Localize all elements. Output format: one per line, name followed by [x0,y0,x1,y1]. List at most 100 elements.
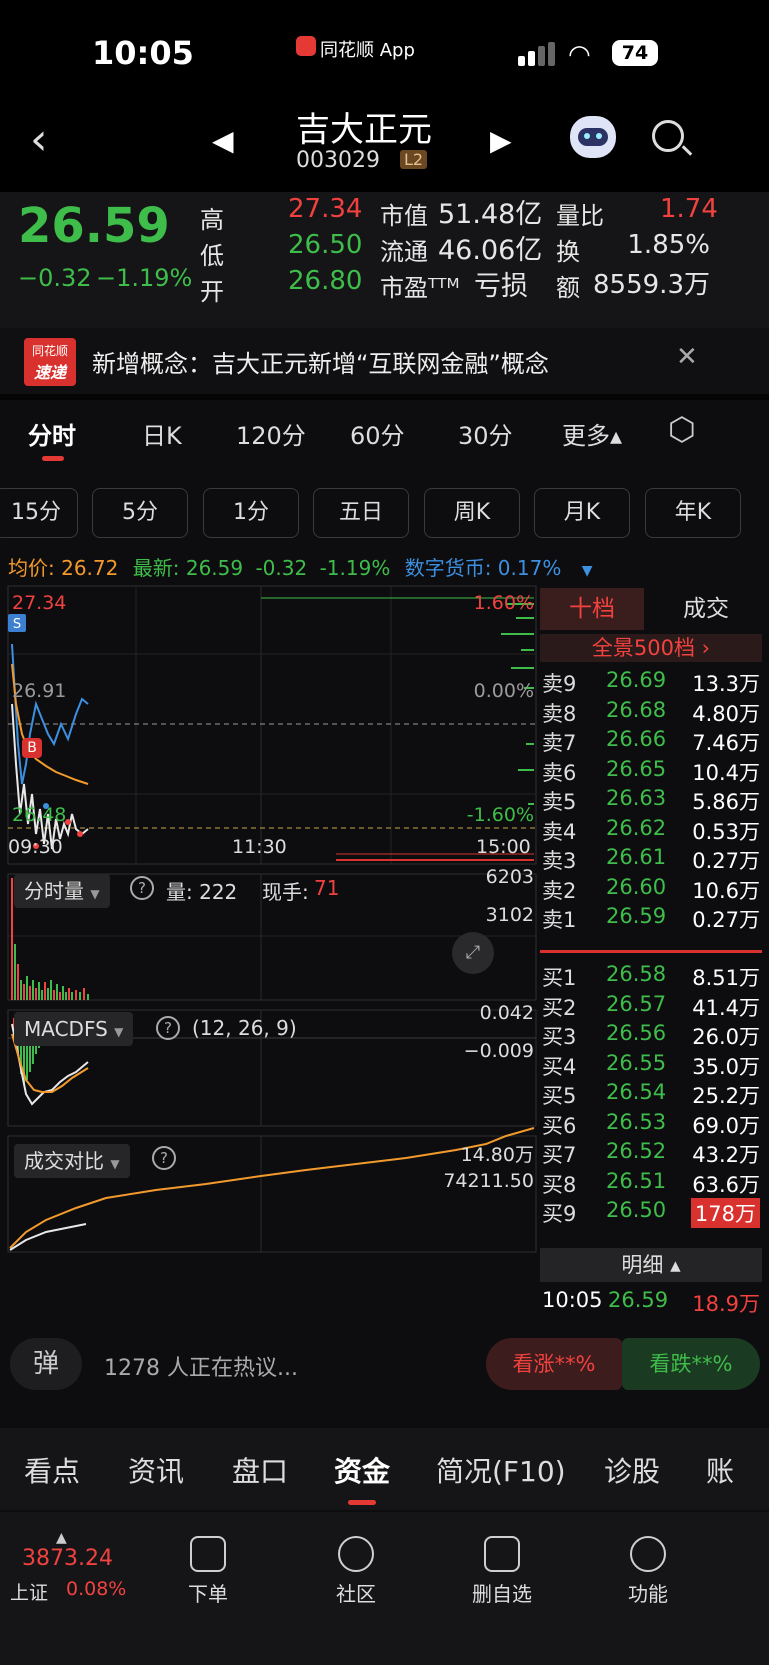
level-volume: 7.46万 [692,731,760,755]
compare-indicator-select[interactable]: 成交对比 ▼ [14,1144,130,1178]
volume-value: 量: 222 [166,880,238,904]
level-volume: 4.80万 [692,701,760,726]
wifi-icon: ◠ [568,40,591,70]
ask-row[interactable]: 卖2 26.60 10.6万 [540,873,762,904]
level-label: 卖6 [542,760,577,785]
expand-up-icon[interactable]: ▲ [56,1530,67,1546]
bid-row[interactable]: 买7 26.52 43.2万 [540,1137,762,1168]
dock-functions[interactable]: 功能 [598,1522,698,1607]
help-icon[interactable]: ? [156,1016,180,1040]
tab-highlights[interactable]: 看点 [24,1450,80,1490]
ask-row[interactable]: 卖3 26.61 0.27万 [540,843,762,874]
tab-market[interactable]: 盘口 [232,1450,288,1490]
functions-menu-icon [630,1536,666,1572]
subtab-5day[interactable]: 五日 [313,488,409,538]
level-label: 卖4 [542,819,577,844]
tab-funds[interactable]: 资金 [334,1450,390,1490]
subtab-15min[interactable]: 15分 [0,488,78,538]
stock-header: ‹ ◀ 吉大正元 003029 L2 ▶ [0,100,769,192]
discussion-count[interactable]: 1278 人正在热议... [104,1350,298,1382]
bid-row[interactable]: 买8 26.51 63.6万 [540,1167,762,1198]
news-banner[interactable]: 同花顺 速递 新增概念：吉大正元新增“互联网金融”概念 ✕ [0,328,769,400]
community-star-icon [338,1536,374,1572]
dock-community[interactable]: 社区 [306,1522,406,1607]
price-change-pct: −1.19% [96,264,193,292]
ask-row[interactable]: 卖9 26.69 13.3万 [540,666,762,697]
open-label: 开 [200,278,224,306]
news-badge: 同花顺 速递 [24,338,76,386]
high-label: 高 [200,206,224,234]
ask-row[interactable]: 卖5 26.63 5.86万 [540,784,762,815]
subtab-yearly-k[interactable]: 年K [645,488,741,538]
bid-row[interactable]: 买6 26.53 69.0万 [540,1108,762,1139]
bullet-comment-icon[interactable]: 弹 [10,1338,82,1390]
ask-row[interactable]: 卖4 26.62 0.53万 [540,814,762,845]
level-volume: 35.0万 [692,1054,760,1079]
tab-more[interactable]: 更多▴ [562,416,622,451]
tab-trades[interactable]: 成交 [650,588,762,630]
quote-panel: 26.59 −0.32 −1.19% 高 27.34 低 26.50 开 26.… [0,192,769,328]
level-volume: 0.27万 [692,908,760,932]
index-value[interactable]: 3873.24 [22,1546,113,1571]
tab-f10[interactable]: 简况(F10) [436,1450,566,1490]
tab-daily-k[interactable]: 日K [142,416,182,451]
prev-stock-icon[interactable]: ◀ [212,124,234,157]
ask-row[interactable]: 卖1 26.59 0.27万 [540,902,762,933]
panorama-500-link[interactable]: 全景500档 › [540,634,762,662]
level-price: 26.61 [606,845,667,869]
tab-account[interactable]: 账 [706,1450,746,1490]
bid-row[interactable]: 买9 26.50 178万 [540,1196,762,1228]
assistant-robot-icon[interactable] [570,116,616,158]
chart-mid-pct: 0.00% [473,680,534,702]
bid-row[interactable]: 买3 26.56 26.0万 [540,1019,762,1050]
volume-indicator-select[interactable]: 分时量 ▼ [14,874,110,908]
level-label: 买5 [542,1084,577,1108]
bearish-button[interactable]: 看跌**% [622,1338,760,1390]
amount-label: 额 [556,274,580,302]
level-label: 买8 [542,1172,577,1197]
ask-row[interactable]: 卖6 26.65 10.4万 [540,755,762,786]
back-icon[interactable]: ‹ [30,118,48,162]
subtab-1min[interactable]: 1分 [203,488,299,538]
tab-news[interactable]: 资讯 [128,1450,184,1490]
tab-timeshare[interactable]: 分时 [28,416,76,451]
tab-120min[interactable]: 120分 [236,416,306,451]
stock-name: 吉大正元 [296,110,432,150]
subtab-5min[interactable]: 5分 [92,488,188,538]
macd-indicator-select[interactable]: MACDFS ▼ [14,1012,134,1046]
level-volume: 10.4万 [692,760,760,785]
sell-marker[interactable]: S [10,617,24,632]
close-icon[interactable]: ✕ [676,342,698,372]
level-label: 卖5 [542,790,577,814]
level-label: 卖7 [542,731,577,755]
intraday-chart[interactable]: 27.34 26.91 26.48 1.60% 0.00% -1.60% S B… [6,584,538,1324]
dock-remove-watchlist[interactable]: 删自选 [452,1522,552,1607]
next-stock-icon[interactable]: ▶ [490,124,512,157]
dock-order[interactable]: 下单 [158,1522,258,1607]
index-name: 上证 [10,1582,49,1604]
settings-gear-icon[interactable]: ⬡ [668,410,696,448]
bid-row[interactable]: 买5 26.54 25.2万 [540,1078,762,1109]
dropdown-caret-icon[interactable]: ▼ [582,563,593,579]
buy-marker[interactable]: B [24,740,40,756]
ask-row[interactable]: 卖7 26.66 7.46万 [540,725,762,756]
help-icon[interactable]: ? [152,1146,176,1170]
detail-toggle[interactable]: 明细 ▴ [540,1248,762,1282]
bid-row[interactable]: 买1 26.58 8.51万 [540,960,762,991]
bid-row[interactable]: 买2 26.57 41.4万 [540,990,762,1021]
level-label: 买4 [542,1054,577,1079]
crypto-index[interactable]: 数字货币: 0.17% [405,556,562,580]
tab-30min[interactable]: 30分 [458,416,513,451]
level-volume: 26.0万 [692,1025,760,1049]
ask-row[interactable]: 卖8 26.68 4.80万 [540,696,762,727]
tab-diagnosis[interactable]: 诊股 [604,1450,660,1490]
bullish-button[interactable]: 看涨**% [486,1338,622,1390]
tab-ten-levels[interactable]: 十档 [540,588,644,630]
subtab-weekly-k[interactable]: 周K [424,488,520,538]
fullscreen-icon[interactable]: ⤢ [452,932,494,974]
tab-60min[interactable]: 60分 [350,416,405,451]
bid-row[interactable]: 买4 26.55 35.0万 [540,1049,762,1080]
subtab-monthly-k[interactable]: 月K [534,488,630,538]
help-icon[interactable]: ? [130,876,154,900]
search-icon[interactable] [652,120,693,156]
